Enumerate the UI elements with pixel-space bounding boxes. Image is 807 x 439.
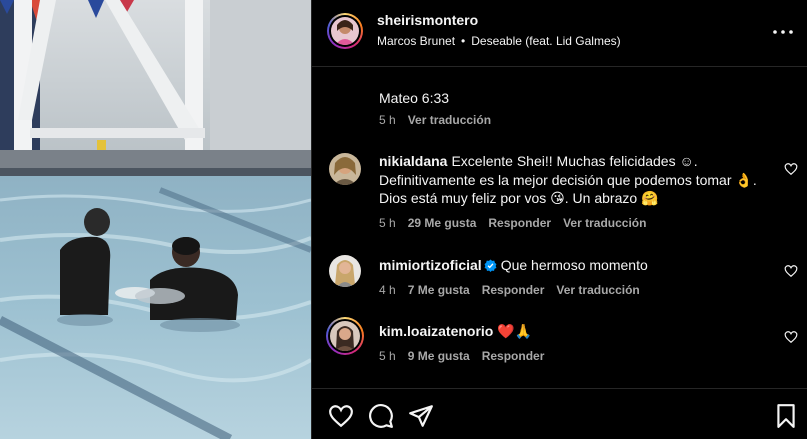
post-header: sheirismontero Marcos Brunet • Deseable (f…	[312, 0, 807, 67]
comment-text: Que hermoso momento	[500, 257, 648, 273]
comment-body: kim.loaizatenorio ❤️🙏	[379, 322, 769, 341]
comment-text: ❤️🙏	[497, 323, 533, 339]
comment-like-heart-icon[interactable]	[784, 264, 798, 278]
comment-meta: 4 h 7 Me gusta Responder Ver traducción	[379, 283, 652, 297]
comment-time[interactable]: 5 h	[379, 349, 396, 363]
post-photo[interactable]	[0, 0, 311, 439]
comment-username[interactable]: kim.loaizatenorio	[379, 323, 493, 339]
comment-body: nikialdana Excelente Shei!! Muchas felici…	[379, 152, 769, 208]
comment-time[interactable]: 5 h	[379, 216, 396, 230]
bookmark-icon[interactable]	[773, 403, 799, 429]
more-options-icon[interactable]	[772, 22, 794, 42]
audio-info: Marcos Brunet • Deseable (feat. Lid Galmes…	[377, 34, 621, 48]
comment-likes[interactable]: 9 Me gusta	[408, 349, 470, 363]
author-avatar-image	[331, 17, 359, 45]
comment-item: nikialdana Excelente Shei!! Muchas felici…	[312, 150, 807, 240]
caption-translate-link[interactable]: Ver traducción	[408, 113, 491, 127]
comment-like-heart-icon[interactable]	[784, 330, 798, 344]
post-action-bar	[312, 388, 807, 439]
translate-link[interactable]: Ver traducción	[563, 216, 646, 230]
song-artist[interactable]: Marcos Brunet	[377, 34, 455, 48]
post-caption: Mateo 6:33	[379, 90, 450, 106]
caption-time[interactable]: 5 h	[379, 113, 396, 127]
commenter-avatar[interactable]	[329, 153, 361, 185]
reply-button[interactable]: Responder	[488, 216, 551, 230]
comment-item: kim.loaizatenorio ❤️🙏 5 h 9 Me gusta Respon…	[312, 317, 807, 367]
comment-meta: 5 h 29 Me gusta Responder Ver traducción	[379, 216, 658, 230]
comment-icon[interactable]	[368, 403, 394, 429]
commenter-avatar[interactable]	[329, 255, 361, 287]
post-details-panel: sheirismontero Marcos Brunet • Deseable (f…	[311, 0, 807, 439]
heart-icon[interactable]	[328, 403, 354, 429]
commenter-avatar[interactable]	[326, 317, 364, 355]
separator-dot: •	[461, 34, 466, 48]
reply-button[interactable]: Responder	[482, 349, 545, 363]
comment-username[interactable]: mimiortizoficial	[379, 257, 482, 273]
author-username[interactable]: sheirismontero	[377, 12, 478, 28]
pool-baptism-photo	[0, 0, 311, 439]
comment-likes[interactable]: 7 Me gusta	[408, 283, 470, 297]
comment-meta: 5 h 9 Me gusta Responder	[379, 349, 556, 363]
reply-button[interactable]: Responder	[482, 283, 545, 297]
caption-meta: 5 h Ver traducción	[379, 113, 503, 127]
song-title[interactable]: Deseable (feat. Lid Galmes)	[471, 34, 620, 48]
comment-item: mimiortizoficial Que hermoso momento 4 h 7…	[312, 254, 807, 304]
comment-username[interactable]: nikialdana	[379, 153, 447, 169]
translate-link[interactable]: Ver traducción	[556, 283, 639, 297]
comment-like-heart-icon[interactable]	[784, 162, 798, 176]
comment-time[interactable]: 4 h	[379, 283, 396, 297]
comment-body: mimiortizoficial Que hermoso momento	[379, 256, 769, 275]
comment-likes[interactable]: 29 Me gusta	[408, 216, 477, 230]
verified-badge-icon	[484, 258, 497, 272]
paper-plane-icon[interactable]	[408, 403, 434, 429]
author-avatar[interactable]	[327, 13, 363, 49]
